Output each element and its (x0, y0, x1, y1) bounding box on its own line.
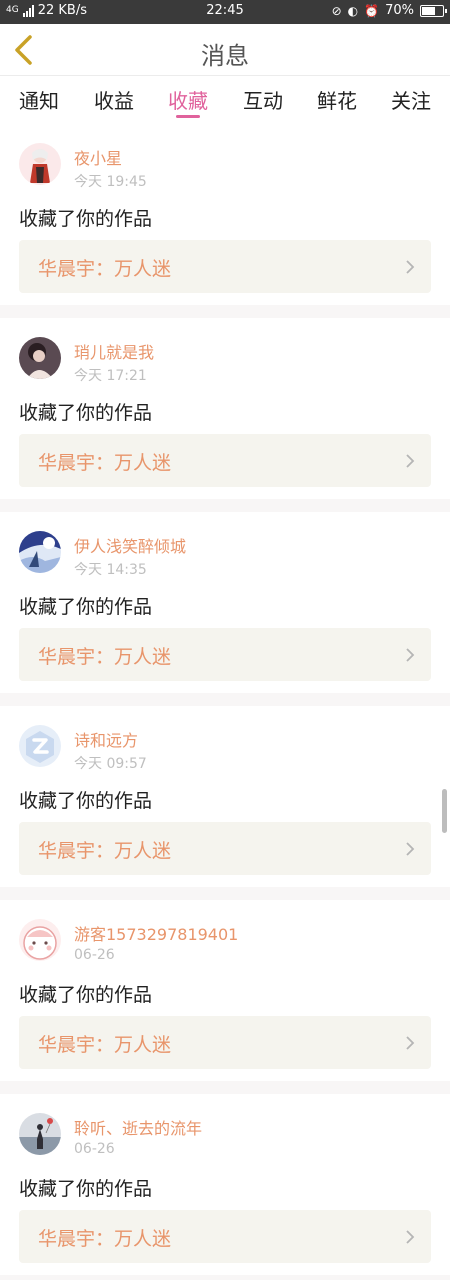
work-title: 华晨宇：万人迷 (38, 646, 172, 668)
scrollbar[interactable] (442, 789, 447, 833)
work-link[interactable]: 华晨宇：万人迷 (19, 628, 431, 681)
title-bar: 消息 (0, 24, 450, 76)
list-item: 诗和远方 今天 09:57 收藏了你的作品 华晨宇：万人迷 (0, 706, 450, 887)
alarm-icon: ⏰ (364, 3, 380, 18)
work-title: 华晨宇：万人迷 (38, 1228, 172, 1250)
tab-interactions[interactable]: 互动 (243, 85, 283, 114)
data-off-icon: ⊘ (331, 3, 342, 18)
tab-earnings[interactable]: 收益 (94, 85, 134, 114)
battery-icon (420, 4, 447, 17)
action-text: 收藏了你的作品 (19, 596, 153, 618)
chevron-right-icon (406, 1036, 415, 1050)
username[interactable]: 诗和远方 (74, 727, 138, 751)
item-divider (0, 499, 450, 512)
work-title: 华晨宇：万人迷 (38, 452, 172, 474)
work-title: 华晨宇：万人迷 (38, 258, 172, 280)
tab-notifications[interactable]: 通知 (19, 85, 59, 114)
timestamp: 今天 19:45 (74, 174, 147, 190)
do-not-disturb-icon: ◐ (347, 3, 359, 18)
status-right: ⊘ ◐ ⏰ 70% (331, 3, 447, 18)
timestamp: 06-26 (74, 947, 115, 963)
list-item: 聆听、逝去的流年 06-26 收藏了你的作品 华晨宇：万人迷 (0, 1094, 450, 1275)
action-text: 收藏了你的作品 (19, 790, 153, 812)
battery-percent: 70% (385, 3, 414, 18)
chevron-right-icon (406, 842, 415, 856)
work-link[interactable]: 华晨宇：万人迷 (19, 1016, 431, 1069)
page-title: 消息 (201, 42, 249, 70)
list-item: 夜小星 今天 19:45 收藏了你的作品 华晨宇：万人迷 (0, 124, 450, 305)
timestamp: 今天 17:21 (74, 368, 147, 384)
action-text: 收藏了你的作品 (19, 1178, 153, 1200)
username[interactable]: 伊人浅笑醉倾城 (74, 533, 186, 557)
work-link[interactable]: 华晨宇：万人迷 (19, 434, 431, 487)
chevron-right-icon (406, 648, 415, 662)
tab-favorites[interactable]: 收藏 (168, 85, 208, 114)
timestamp: 06-26 (74, 1141, 115, 1157)
avatar[interactable] (19, 725, 61, 767)
work-title: 华晨宇：万人迷 (38, 840, 172, 862)
list-item: 琑儿就是我 今天 17:21 收藏了你的作品 华晨宇：万人迷 (0, 318, 450, 499)
tab-follows[interactable]: 关注 (391, 85, 431, 114)
chevron-right-icon (406, 260, 415, 274)
avatar[interactable] (19, 919, 61, 961)
work-title: 华晨宇：万人迷 (38, 1034, 172, 1056)
avatar[interactable] (19, 1113, 61, 1155)
username[interactable]: 游客1573297819401 (74, 921, 238, 945)
item-divider (0, 305, 450, 318)
avatar[interactable] (19, 337, 61, 379)
tab-flowers[interactable]: 鲜花 (317, 85, 357, 114)
action-text: 收藏了你的作品 (19, 984, 153, 1006)
item-divider (0, 887, 450, 900)
chevron-right-icon (406, 1230, 415, 1244)
item-divider (0, 1081, 450, 1094)
avatar[interactable] (19, 143, 61, 185)
avatar[interactable] (19, 531, 61, 573)
item-divider (0, 693, 450, 706)
timestamp: 今天 09:57 (74, 756, 147, 772)
username[interactable]: 琑儿就是我 (74, 339, 154, 363)
work-link[interactable]: 华晨宇：万人迷 (19, 1210, 431, 1263)
action-text: 收藏了你的作品 (19, 402, 153, 424)
list-item: 伊人浅笑醉倾城 今天 14:35 收藏了你的作品 华晨宇：万人迷 (0, 512, 450, 693)
item-divider (0, 1275, 450, 1280)
chevron-right-icon (406, 454, 415, 468)
battery-fill (422, 6, 436, 15)
list-item: 游客1573297819401 06-26 收藏了你的作品 华晨宇：万人迷 (0, 900, 450, 1081)
action-text: 收藏了你的作品 (19, 208, 153, 230)
tab-bar: 通知 收益 收藏 互动 鲜花 关注 (0, 77, 450, 123)
username[interactable]: 聆听、逝去的流年 (74, 1115, 202, 1139)
active-tab-indicator (176, 115, 200, 118)
username[interactable]: 夜小星 (74, 145, 122, 169)
work-link[interactable]: 华晨宇：万人迷 (19, 822, 431, 875)
work-link[interactable]: 华晨宇：万人迷 (19, 240, 431, 293)
timestamp: 今天 14:35 (74, 562, 147, 578)
status-bar: 4G 22 KB/s 22:45 ⊘ ◐ ⏰ 70% (0, 0, 450, 24)
